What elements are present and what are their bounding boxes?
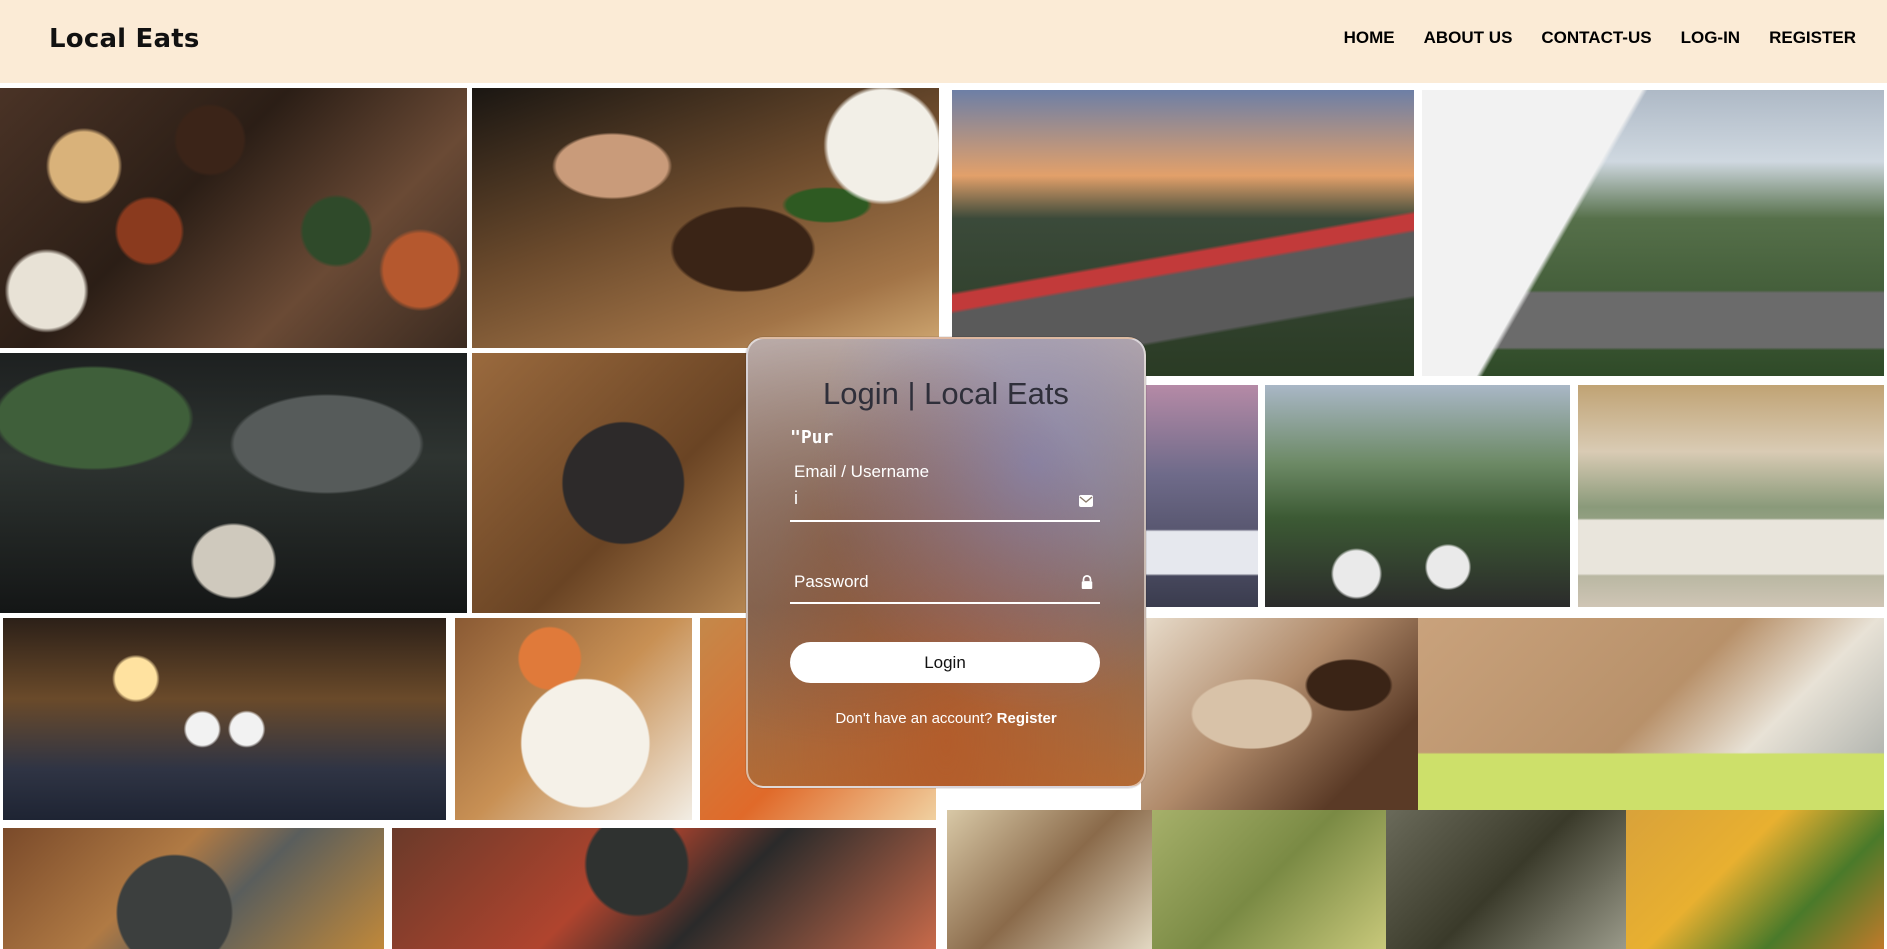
dumplings-photo xyxy=(947,810,1152,949)
password-placeholder: Password xyxy=(794,572,869,591)
korean-bbq-photo xyxy=(3,828,384,949)
email-input-value[interactable]: i xyxy=(794,488,798,509)
register-link[interactable]: Register xyxy=(997,710,1057,727)
street-restaurant-photo xyxy=(3,618,446,820)
pork-chop-photo xyxy=(472,88,939,348)
login-card: Login | Local Eats "Pur Email / Username… xyxy=(746,337,1146,788)
login-button[interactable]: Login xyxy=(790,642,1100,683)
main-nav: HOME ABOUT US CONTACT-US LOG-IN REGISTER xyxy=(1344,28,1856,48)
bar-interior-photo xyxy=(0,353,467,613)
login-title: Login | Local Eats xyxy=(823,376,1069,411)
puso-rice-photo xyxy=(1152,810,1386,949)
balcony-dining-photo xyxy=(1265,385,1570,607)
lounge-terrace-photo xyxy=(1578,385,1884,607)
vegetable-stew-photo xyxy=(1626,810,1884,949)
top-header: Local Eats HOME ABOUT US CONTACT-US LOG-… xyxy=(0,0,1887,83)
nav-contact-link[interactable]: CONTACT-US xyxy=(1541,28,1651,48)
steak-plate-photo xyxy=(472,353,747,613)
ricos-lechon-box-photo xyxy=(1418,618,1884,810)
food-platter-photo xyxy=(0,88,467,348)
lock-icon xyxy=(1081,575,1093,589)
scallops-photo xyxy=(455,618,692,820)
terrace-view-photo xyxy=(1422,90,1884,376)
email-field[interactable]: i xyxy=(790,484,1100,522)
envelope-icon xyxy=(1079,495,1093,507)
email-label: Email / Username xyxy=(794,462,930,481)
mountain-restaurant-sunset-photo xyxy=(952,90,1414,376)
stray-text: "Pur xyxy=(790,427,834,448)
register-prompt: Don't have an account? Register xyxy=(748,710,1144,727)
register-prompt-text: Don't have an account? xyxy=(835,710,993,727)
lechon-photo xyxy=(1141,618,1418,810)
nav-about-link[interactable]: ABOUT US xyxy=(1424,28,1513,48)
rooftop-dining-photo xyxy=(1141,385,1258,607)
korean-banchan-photo xyxy=(392,828,936,949)
grilled-oysters-photo xyxy=(1386,810,1626,949)
password-field[interactable]: Password xyxy=(790,566,1100,604)
nav-register-link[interactable]: REGISTER xyxy=(1769,28,1856,48)
nav-home-link[interactable]: HOME xyxy=(1344,28,1395,48)
nav-login-link[interactable]: LOG-IN xyxy=(1681,28,1741,48)
site-logo[interactable]: Local Eats xyxy=(49,24,200,54)
